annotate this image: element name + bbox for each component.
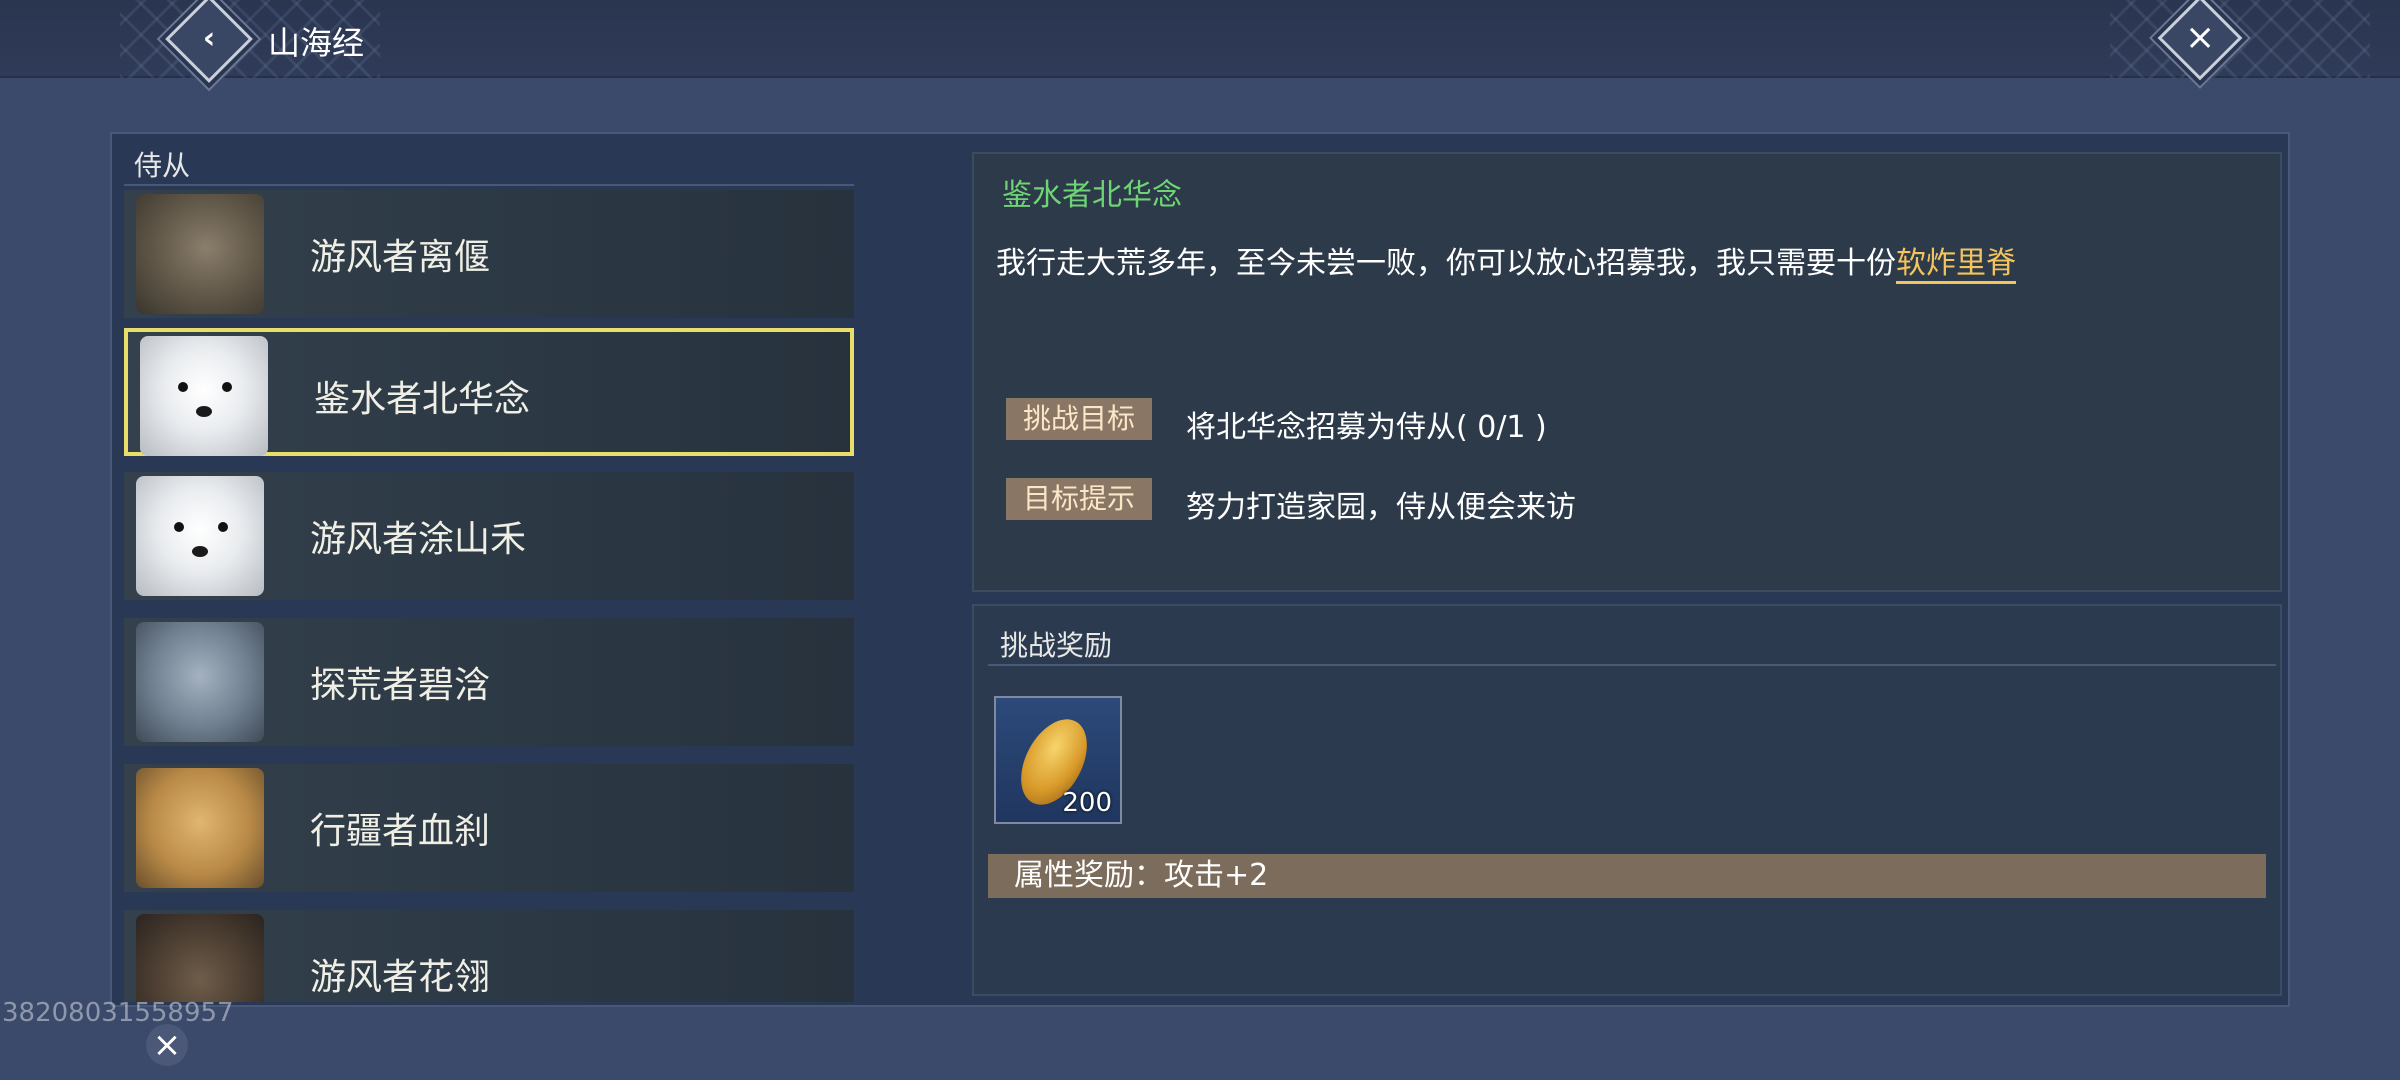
item-name: 游风者涂山禾 — [310, 519, 527, 560]
list-item[interactable]: 游风者涂山禾 — [124, 472, 854, 600]
divider — [988, 664, 2276, 666]
attribute-reward: 属性奖励：攻击+2 — [988, 854, 2266, 898]
npc-name: 鉴水者北华念 — [1002, 178, 1182, 213]
rewards-title: 挑战奖励 — [1000, 629, 1113, 662]
portrait-nose — [192, 546, 208, 557]
portrait-eyes — [178, 382, 232, 392]
section-label: 侍从 — [134, 149, 191, 182]
list-item[interactable]: 行疆者血刹 — [124, 764, 854, 892]
list-item[interactable]: 游风者离偃 — [124, 190, 854, 318]
npc-description: 我行走大荒多年，至今未尝一败，你可以放心招募我，我只需要十份软炸里脊 — [996, 238, 2016, 284]
item-name: 鉴水者北华念 — [314, 379, 531, 420]
item-name: 游风者花翎 — [310, 957, 491, 998]
detail-panel: 鉴水者北华念 我行走大荒多年，至今未尝一败，你可以放心招募我，我只需要十份软炸里… — [972, 152, 2282, 592]
close-diamond-icon: × — [2185, 17, 2216, 58]
floating-close-icon[interactable]: × — [146, 1024, 188, 1066]
reward-count: 200 — [1062, 788, 1112, 818]
dish-link[interactable]: 软炸里脊 — [1896, 246, 2016, 284]
shark-portrait — [136, 622, 264, 742]
portrait-nose — [196, 406, 212, 417]
divider — [124, 184, 854, 186]
hint-tag: 目标提示 — [1006, 478, 1152, 520]
rhino-portrait — [136, 194, 264, 314]
eagle-portrait — [136, 914, 264, 1002]
hint-text: 努力打造家园，侍从便会来访 — [1186, 490, 1576, 525]
fox-portrait — [136, 476, 264, 596]
item-name: 行疆者血刹 — [310, 811, 491, 852]
portrait-eyes — [174, 522, 228, 532]
back-diamond-icon: ‹ — [202, 21, 216, 56]
challenge-tag: 挑战目标 — [1006, 398, 1152, 440]
attendant-list-panel: 侍从 游风者离偃 鉴水者北华念 游风者涂山禾 探荒者碧浛 行疆者血刹 游风者花翎 — [112, 134, 862, 1005]
description-text: 我行走大荒多年，至今未尝一败，你可以放心招募我，我只需要十份 — [996, 246, 1896, 281]
boar-portrait — [136, 768, 264, 888]
fox-portrait — [140, 336, 268, 456]
rewards-panel: 挑战奖励 200 属性奖励：攻击+2 — [972, 604, 2282, 996]
item-name: 探荒者碧浛 — [310, 665, 491, 706]
main-frame: 侍从 游风者离偃 鉴水者北华念 游风者涂山禾 探荒者碧浛 行疆者血刹 游风者花翎… — [110, 132, 2290, 1007]
list-item[interactable]: 游风者花翎 — [124, 910, 854, 1002]
list-item-selected[interactable]: 鉴水者北华念 — [124, 328, 854, 456]
page-title: 山海经 — [268, 24, 365, 62]
top-bar: ‹ 山海经 × — [0, 0, 2400, 83]
challenge-text: 将北华念招募为侍从( 0/1 ) — [1186, 410, 1547, 445]
item-name: 游风者离偃 — [310, 237, 491, 278]
attendant-list[interactable]: 游风者离偃 鉴水者北华念 游风者涂山禾 探荒者碧浛 行疆者血刹 游风者花翎 — [124, 190, 857, 1002]
user-id-watermark: 38208031558957 — [2, 998, 234, 1028]
reward-slot[interactable]: 200 — [994, 696, 1122, 824]
list-item[interactable]: 探荒者碧浛 — [124, 618, 854, 746]
